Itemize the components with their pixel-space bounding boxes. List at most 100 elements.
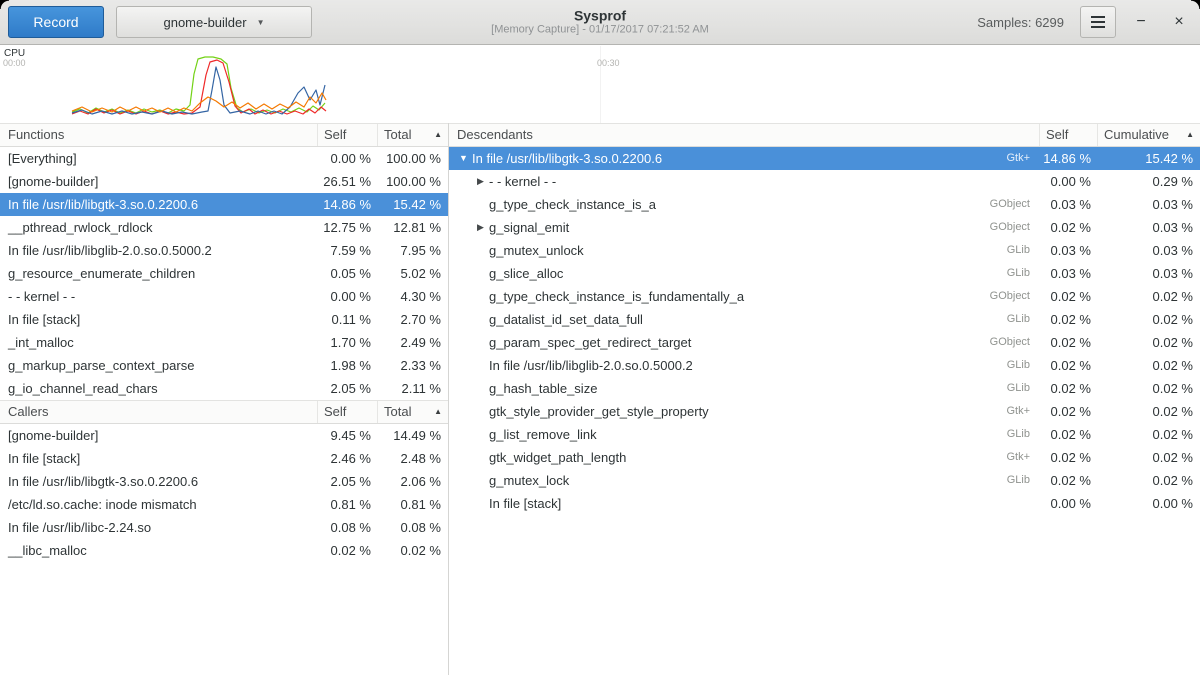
table-row[interactable]: In file /usr/lib/libglib-2.0.so.0.5000.2… [0, 239, 448, 262]
self-percent: 2.05 % [318, 377, 378, 400]
total-percent: 0.03 % [1098, 262, 1200, 285]
table-row[interactable]: [gnome-builder] 26.51 %100.00 % [0, 170, 448, 193]
table-row[interactable]: g_datalist_id_set_data_fullGLib0.02 %0.0… [449, 308, 1200, 331]
table-row[interactable]: g_resource_enumerate_children0.05 %5.02 … [0, 262, 448, 285]
function-name-cell: In file /usr/lib/libglib-2.0.so.0.5000.2 [0, 239, 318, 262]
table-row[interactable]: In file [stack]0.11 %2.70 % [0, 308, 448, 331]
function-name: g_slice_alloc [489, 262, 563, 285]
callers-self-column-header[interactable]: Self [318, 401, 378, 423]
library-badge: GLib [1007, 423, 1040, 446]
self-percent: 0.02 % [1040, 423, 1098, 446]
table-row[interactable]: g_slice_allocGLib0.03 %0.03 % [449, 262, 1200, 285]
cpu-timeline[interactable]: CPU 00:00 00:30 [0, 46, 1200, 123]
function-name-cell: g_resource_enumerate_children [0, 262, 318, 285]
expander-icon[interactable]: ▶ [472, 216, 489, 239]
table-row[interactable]: _int_malloc1.70 %2.49 % [0, 331, 448, 354]
table-row[interactable]: g_param_spec_get_redirect_targetGObject0… [449, 331, 1200, 354]
functions-column-header[interactable]: Functions [0, 124, 318, 146]
function-name-cell: ▼In file /usr/lib/libgtk-3.so.0.2200.6Gt… [449, 147, 1040, 170]
functions-self-column-header[interactable]: Self [318, 124, 378, 146]
function-name-cell: In file /usr/lib/libglib-2.0.so.0.5000.2… [449, 354, 1040, 377]
function-name: [gnome-builder] [8, 170, 98, 193]
self-percent: 9.45 % [318, 424, 378, 447]
total-percent: 2.11 % [378, 377, 448, 400]
total-percent: 14.49 % [378, 424, 448, 447]
table-row[interactable]: ▶- - kernel - -0.00 %0.29 % [449, 170, 1200, 193]
window-title-area: Sysprof [Memory Capture] - 01/17/2017 07… [491, 8, 709, 37]
close-button[interactable]: × [1166, 9, 1192, 35]
function-name-cell: g_type_check_instance_is_aGObject [449, 193, 1040, 216]
expander-icon[interactable]: ▼ [455, 147, 472, 170]
table-row[interactable]: g_hash_table_sizeGLib0.02 %0.02 % [449, 377, 1200, 400]
process-selector-dropdown[interactable]: gnome-builder ▼ [116, 6, 312, 38]
total-percent: 2.33 % [378, 354, 448, 377]
function-name: - - kernel - - [8, 285, 75, 308]
sort-indicator-icon: ▲ [434, 401, 442, 423]
table-row[interactable]: - - kernel - -0.00 %4.30 % [0, 285, 448, 308]
table-row[interactable]: g_type_check_instance_is_aGObject0.03 %0… [449, 193, 1200, 216]
self-percent: 0.02 % [1040, 331, 1098, 354]
table-row[interactable]: g_markup_parse_context_parse1.98 %2.33 % [0, 354, 448, 377]
self-percent: 0.03 % [1040, 193, 1098, 216]
table-row[interactable]: /etc/ld.so.cache: inode mismatch0.81 %0.… [0, 493, 448, 516]
table-row[interactable]: g_mutex_lockGLib0.02 %0.02 % [449, 469, 1200, 492]
table-row[interactable]: [Everything]0.00 %100.00 % [0, 147, 448, 170]
table-row[interactable]: [gnome-builder]9.45 %14.49 % [0, 424, 448, 447]
self-percent: 26.51 % [318, 170, 378, 193]
functions-total-label: Total [384, 124, 411, 146]
callers-total-column-header[interactable]: Total ▲ [378, 401, 448, 423]
function-name: - - kernel - - [489, 170, 556, 193]
self-percent: 0.08 % [318, 516, 378, 539]
function-name-cell: In file /usr/lib/libgtk-3.so.0.2200.6 [0, 470, 318, 493]
table-row[interactable]: g_io_channel_read_chars2.05 %2.11 % [0, 377, 448, 400]
self-percent: 0.03 % [1040, 239, 1098, 262]
table-row[interactable]: g_mutex_unlockGLib0.03 %0.03 % [449, 239, 1200, 262]
record-button[interactable]: Record [8, 6, 104, 38]
time-label-start: 00:00 [3, 58, 26, 68]
table-row[interactable]: In file /usr/lib/libgtk-3.so.0.2200.614.… [0, 193, 448, 216]
self-percent: 1.98 % [318, 354, 378, 377]
library-badge: GLib [1007, 354, 1040, 377]
table-row[interactable]: ▼In file /usr/lib/libgtk-3.so.0.2200.6Gt… [449, 147, 1200, 170]
table-row[interactable]: ▶g_signal_emitGObject0.02 %0.03 % [449, 216, 1200, 239]
total-percent: 0.02 % [1098, 423, 1200, 446]
expander-icon[interactable]: ▶ [472, 170, 489, 193]
total-percent: 0.02 % [1098, 285, 1200, 308]
function-name-cell: g_io_channel_read_chars [0, 377, 318, 400]
menu-button[interactable] [1080, 6, 1116, 38]
function-name-cell: In file [stack] [0, 447, 318, 470]
total-percent: 100.00 % [378, 170, 448, 193]
table-row[interactable]: In file [stack]0.00 %0.00 % [449, 492, 1200, 515]
function-name-cell: g_list_remove_linkGLib [449, 423, 1040, 446]
table-row[interactable]: gtk_widget_path_lengthGtk+0.02 %0.02 % [449, 446, 1200, 469]
functions-total-column-header[interactable]: Total ▲ [378, 124, 448, 146]
function-name: _int_malloc [8, 331, 74, 354]
process-selector-label: gnome-builder [163, 15, 246, 30]
table-row[interactable]: In file /usr/lib/libglib-2.0.so.0.5000.2… [449, 354, 1200, 377]
table-row[interactable]: gtk_style_provider_get_style_propertyGtk… [449, 400, 1200, 423]
self-percent: 2.05 % [318, 470, 378, 493]
total-percent: 2.49 % [378, 331, 448, 354]
minimize-button[interactable]: − [1128, 9, 1154, 35]
total-percent: 0.02 % [1098, 469, 1200, 492]
table-row[interactable]: g_type_check_instance_is_fundamentally_a… [449, 285, 1200, 308]
callers-column-header[interactable]: Callers [0, 401, 318, 423]
function-name-cell: g_param_spec_get_redirect_targetGObject [449, 331, 1040, 354]
table-row[interactable]: In file [stack]2.46 %2.48 % [0, 447, 448, 470]
library-badge: GObject [990, 285, 1040, 308]
table-row[interactable]: __pthread_rwlock_rdlock12.75 %12.81 % [0, 216, 448, 239]
self-percent: 0.02 % [1040, 216, 1098, 239]
descendants-self-column-header[interactable]: Self [1040, 124, 1098, 146]
self-percent: 0.02 % [1040, 354, 1098, 377]
descendants-cumulative-column-header[interactable]: Cumulative ▲ [1098, 124, 1200, 146]
table-row[interactable]: __libc_malloc0.02 %0.02 % [0, 539, 448, 562]
library-badge: Gtk+ [1006, 400, 1040, 423]
descendants-column-header[interactable]: Descendants [449, 124, 1040, 146]
total-percent: 2.06 % [378, 470, 448, 493]
library-badge: GLib [1007, 377, 1040, 400]
self-percent: 0.02 % [318, 539, 378, 562]
total-percent: 0.00 % [1098, 492, 1200, 515]
table-row[interactable]: g_list_remove_linkGLib0.02 %0.02 % [449, 423, 1200, 446]
table-row[interactable]: In file /usr/lib/libc-2.24.so0.08 %0.08 … [0, 516, 448, 539]
table-row[interactable]: In file /usr/lib/libgtk-3.so.0.2200.62.0… [0, 470, 448, 493]
